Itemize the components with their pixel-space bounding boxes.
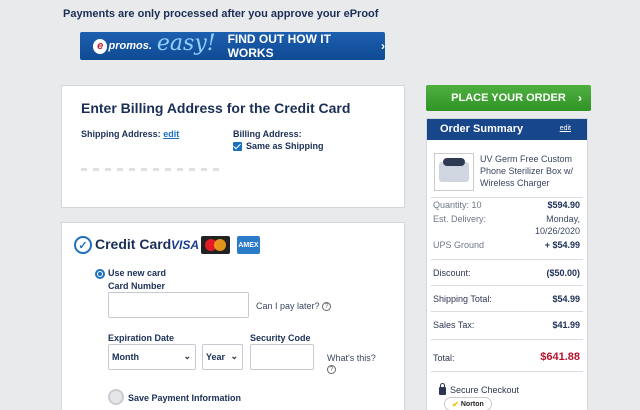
divider bbox=[431, 259, 583, 260]
product-thumbnail[interactable] bbox=[434, 153, 474, 191]
credit-card-title: Credit Card bbox=[95, 236, 172, 252]
year-select[interactable]: Year ⌄ bbox=[202, 344, 243, 370]
order-summary-header: Order Summary edit bbox=[427, 119, 587, 140]
expiration-label: Expiration Date bbox=[108, 333, 175, 343]
billing-title: Enter Billing Address for the Credit Car… bbox=[81, 100, 351, 116]
quantity-price: $594.90 bbox=[547, 200, 580, 210]
chevron-right-icon: › bbox=[381, 39, 385, 53]
order-summary-panel: Order Summary edit UV Germ Free Custom P… bbox=[426, 118, 588, 410]
discount-label: Discount: bbox=[433, 268, 471, 278]
card-number-label: Card Number bbox=[108, 281, 166, 291]
divider bbox=[431, 285, 583, 286]
shipping-edit-link[interactable]: edit bbox=[163, 129, 179, 139]
divider bbox=[431, 311, 583, 312]
total-label: Total: bbox=[433, 353, 455, 363]
place-order-label: PLACE YOUR ORDER bbox=[451, 92, 566, 104]
lock-icon bbox=[439, 383, 446, 395]
total-value: $641.88 bbox=[540, 351, 580, 363]
chevron-down-icon: ⌄ bbox=[183, 351, 191, 361]
payment-notice: Payments are only processed after you ap… bbox=[63, 8, 379, 20]
same-as-shipping-row[interactable]: Same as Shipping bbox=[233, 141, 324, 151]
check-circle-icon: ✓ bbox=[74, 236, 92, 254]
epromos-logo-text: promos. bbox=[108, 40, 152, 52]
security-code-input[interactable] bbox=[250, 344, 314, 370]
shipping-total-value: $54.99 bbox=[552, 294, 580, 304]
order-summary-title: Order Summary bbox=[440, 123, 524, 135]
amex-icon: AMEX bbox=[237, 236, 260, 254]
mastercard-icon bbox=[201, 236, 230, 254]
save-payment-toggle[interactable] bbox=[108, 389, 124, 405]
month-select[interactable]: Month ⌄ bbox=[108, 344, 196, 370]
same-as-shipping-checkbox[interactable] bbox=[233, 141, 242, 151]
visa-icon: VISA bbox=[171, 238, 200, 252]
divider bbox=[431, 371, 583, 372]
whats-this-help[interactable]: What's this? bbox=[327, 353, 376, 363]
quantity-label: Quantity: 10 bbox=[433, 200, 482, 210]
est-delivery-day: Monday, bbox=[546, 214, 580, 224]
credit-card-panel: ✓ Credit Card VISA AMEX Use new card Car… bbox=[61, 222, 405, 410]
shipping-total-label: Shipping Total: bbox=[433, 294, 492, 304]
est-delivery-label: Est. Delivery: bbox=[433, 214, 487, 224]
norton-badge[interactable]: ✔ Norton bbox=[444, 397, 492, 410]
question-icon[interactable]: ? bbox=[327, 365, 336, 374]
product-name[interactable]: UV Germ Free Custom Phone Sterilizer Box… bbox=[480, 153, 584, 189]
discount-value: ($50.00) bbox=[546, 268, 580, 278]
shipping-method-price: + $54.99 bbox=[544, 240, 580, 250]
sales-tax-value: $41.99 bbox=[552, 320, 580, 330]
question-icon[interactable]: ? bbox=[322, 302, 332, 312]
use-new-card-label: Use new card bbox=[108, 268, 167, 278]
place-order-button[interactable]: PLACE YOUR ORDER › bbox=[426, 85, 591, 111]
find-out-how-link[interactable]: FIND OUT HOW IT WORKS bbox=[228, 32, 375, 60]
billing-address-panel: Enter Billing Address for the Credit Car… bbox=[61, 85, 405, 208]
epromos-easy-banner[interactable]: e promos. easy! FIND OUT HOW IT WORKS › bbox=[80, 30, 385, 60]
shipping-address-label: Shipping Address: edit bbox=[81, 129, 179, 139]
security-code-label: Security Code bbox=[250, 333, 311, 343]
card-number-input[interactable] bbox=[108, 292, 249, 318]
use-new-card-radio[interactable] bbox=[95, 269, 105, 279]
pay-later-help[interactable]: Can I pay later? ? bbox=[256, 301, 332, 312]
same-as-shipping-label: Same as Shipping bbox=[246, 141, 324, 151]
secure-checkout-label: Secure Checkout bbox=[450, 385, 520, 395]
order-summary-edit-link[interactable]: edit bbox=[560, 125, 571, 132]
norton-check-icon: ✔ bbox=[452, 399, 459, 409]
shipping-address-text: Shipping Address: bbox=[81, 129, 161, 139]
divider bbox=[431, 339, 583, 340]
shipping-method-label: UPS Ground bbox=[433, 240, 485, 250]
divider bbox=[431, 197, 583, 198]
month-select-value: Month bbox=[112, 352, 139, 362]
billing-address-label: Billing Address: bbox=[233, 129, 302, 139]
chevron-down-icon: ⌄ bbox=[230, 351, 238, 361]
save-payment-label: Save Payment Information bbox=[128, 393, 242, 403]
epromos-e-logo: e bbox=[93, 38, 108, 54]
address-placeholder-line bbox=[81, 168, 221, 171]
year-select-value: Year bbox=[206, 352, 226, 362]
secure-checkout: Secure Checkout bbox=[439, 383, 520, 395]
pay-later-link[interactable]: Can I pay later? bbox=[256, 301, 320, 311]
easy-logo-text: easy! bbox=[156, 30, 216, 56]
sales-tax-label: Sales Tax: bbox=[433, 320, 475, 330]
chevron-right-icon: › bbox=[578, 91, 582, 105]
whats-this-link[interactable]: What's this? bbox=[327, 353, 376, 363]
est-delivery-date: 10/26/2020 bbox=[534, 226, 580, 236]
norton-label: Norton bbox=[460, 400, 484, 408]
